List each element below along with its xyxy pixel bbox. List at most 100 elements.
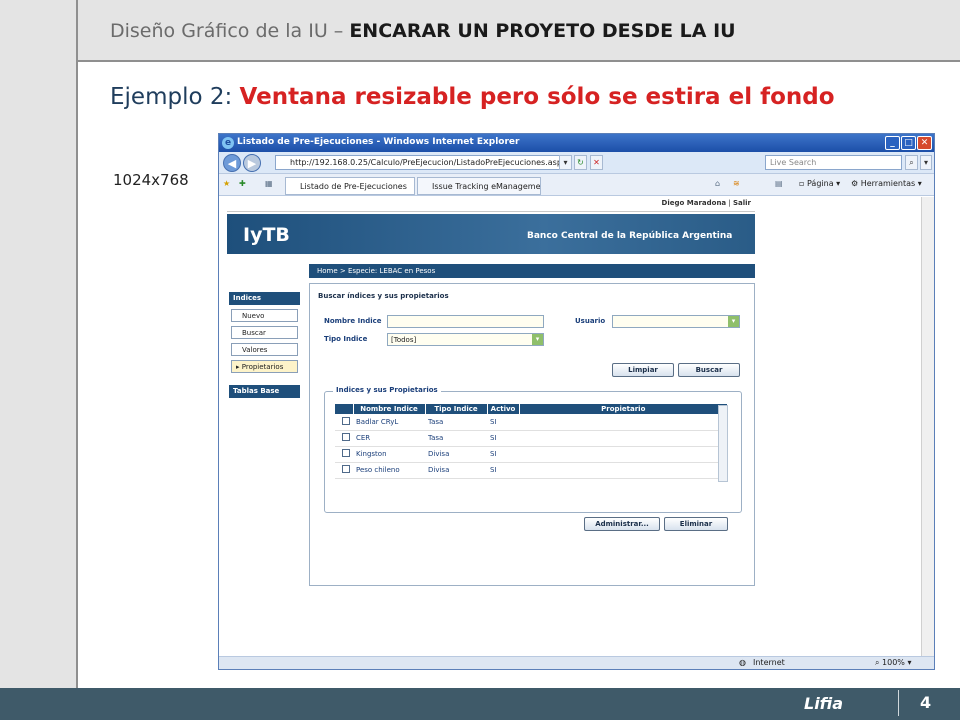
row-checkbox[interactable]	[341, 433, 350, 441]
page-menu-label: Página	[806, 179, 834, 188]
row-select-cell	[335, 462, 353, 479]
tab-issue-tracking[interactable]: Issue Tracking eManagement...	[417, 177, 541, 195]
tab-label: Issue Tracking eManagement...	[432, 182, 541, 191]
activo-cell: SI	[487, 430, 519, 447]
nombre-cell: Kingston	[353, 446, 425, 463]
search-options-icon[interactable]: ▾	[920, 155, 932, 170]
site-banner: IyTB Banco Central de la República Argen…	[227, 214, 755, 254]
print-icon[interactable]: ▤	[775, 179, 783, 188]
tipo-indice-value: [Todos]	[391, 336, 417, 344]
row-checkbox[interactable]	[341, 465, 350, 473]
table-row[interactable]: Badlar CRyL Tasa SI	[335, 414, 728, 431]
tipo-cell: Tasa	[425, 430, 487, 447]
search-icon[interactable]: ⌕	[905, 155, 918, 170]
nombre-indice-label: Nombre Indice	[324, 317, 382, 325]
tipo-cell: Tasa	[425, 414, 487, 431]
tab-listado[interactable]: Listado de Pre-Ejecuciones	[285, 177, 415, 195]
status-bar: ◍ Internet ⌕ 100% ▾	[219, 656, 934, 669]
column-header[interactable]: Nombre Indice	[353, 404, 426, 414]
forward-button[interactable]: ▶	[243, 154, 261, 172]
favorites-star-icon[interactable]: ★	[223, 179, 230, 188]
sidebar-item-buscar[interactable]: Buscar	[231, 326, 298, 339]
user-name: Diego Maradona	[661, 199, 727, 207]
row-checkbox[interactable]	[341, 416, 350, 425]
minimize-button[interactable]: _	[885, 136, 900, 150]
lifia-logo: Lifia	[804, 694, 844, 713]
site-logo: IyTB	[243, 224, 290, 246]
search-panel: Buscar índices y sus propietarios Nombre…	[309, 283, 755, 586]
zoom-icon: ⌕	[875, 658, 880, 667]
usuario-select[interactable]: ▾	[612, 315, 740, 328]
feeds-icon[interactable]: ≋	[733, 179, 740, 188]
sidebar-item-nuevo[interactable]: Nuevo	[231, 309, 298, 322]
refresh-icon[interactable]: ↻	[574, 155, 587, 170]
sidebar-item-valores[interactable]: Valores	[231, 343, 298, 356]
tipo-indice-select[interactable]: [Todos] ▾	[387, 333, 544, 346]
activo-cell: SI	[487, 462, 519, 479]
column-header[interactable]: Tipo Indice	[425, 404, 488, 414]
sidebar-item-label: Propietarios	[241, 363, 284, 371]
row-select-cell	[335, 446, 353, 463]
results-scrollbar[interactable]	[718, 405, 728, 482]
page-menu[interactable]: ▫ Página ▾	[799, 179, 840, 188]
browser-titlebar: e Listado de Pre-Ejecuciones - Windows I…	[219, 134, 934, 152]
nombre-cell: Badlar CRyL	[353, 414, 425, 431]
sidebar-item-propietarios[interactable]: ▸ Propietarios	[231, 360, 298, 373]
page-scrollbar[interactable]	[921, 197, 934, 656]
add-favorites-icon[interactable]: ✚	[239, 179, 246, 188]
maximize-button[interactable]: □	[901, 136, 916, 150]
home-icon[interactable]: ⌂	[715, 179, 720, 188]
url-dropdown-icon[interactable]: ▾	[559, 155, 572, 170]
row-select-cell	[335, 430, 353, 447]
row-select-cell	[335, 414, 353, 431]
buscar-button[interactable]: Buscar	[678, 363, 740, 377]
tipo-cell: Divisa	[425, 462, 487, 479]
status-zone: Internet	[753, 658, 785, 667]
search-input[interactable]: Live Search	[765, 155, 902, 170]
zoom-level: 100%	[882, 658, 905, 667]
resolution-label: 1024x768	[113, 171, 189, 189]
sidebar-item-label: Valores	[242, 346, 268, 354]
results-fieldset: Indices y sus Propietarios Nombre Indice…	[324, 386, 742, 513]
propietario-cell	[519, 446, 728, 463]
nombre-indice-input[interactable]	[387, 315, 544, 328]
table-row[interactable]: Kingston Divisa SI	[335, 446, 728, 463]
slide-title-bold: ENCARAR UN PROYETO DESDE LA IU	[349, 20, 736, 42]
back-button[interactable]: ◀	[223, 154, 241, 172]
table-row[interactable]: CER Tasa SI	[335, 430, 728, 447]
propietario-cell	[519, 430, 728, 447]
select-column-header	[335, 404, 354, 414]
subtitle-highlight: Ventana resizable pero sólo se estira el…	[239, 84, 835, 110]
usuario-label: Usuario	[575, 317, 606, 325]
globe-icon: ◍	[739, 658, 746, 667]
eliminar-button[interactable]: Eliminar	[664, 517, 728, 531]
sidebar-item-label: Nuevo	[242, 312, 265, 320]
table-header-row: Nombre Indice Tipo Indice Activo Propiet…	[335, 404, 728, 414]
column-header[interactable]: Propietario	[519, 404, 728, 414]
url-input[interactable]: http://192.168.0.25/Calculo/PreEjecucion…	[275, 155, 563, 170]
sidebar-item-label: Buscar	[242, 329, 266, 337]
column-header[interactable]: Activo	[487, 404, 520, 414]
logout-link[interactable]: Salir	[733, 199, 751, 207]
nombre-cell: CER	[353, 430, 425, 447]
browser-title: Listado de Pre-Ejecuciones - Windows Int…	[237, 137, 520, 147]
footer-divider	[898, 690, 899, 716]
slide-title: Diseño Gráfico de la IU – ENCARAR UN PRO…	[110, 20, 736, 42]
tab-bar: ★ ✚ ▦ Listado de Pre-Ejecuciones Issue T…	[219, 174, 934, 196]
panel-title: Buscar índices y sus propietarios	[318, 292, 449, 300]
stop-icon[interactable]: ✕	[590, 155, 603, 170]
tools-menu[interactable]: ⚙ Herramientas ▾	[851, 179, 922, 188]
chevron-down-icon: ▾	[532, 334, 543, 345]
row-checkbox[interactable]	[341, 449, 350, 457]
tipo-indice-label: Tipo Indice	[324, 335, 368, 343]
quick-tabs-icon[interactable]: ▦	[265, 179, 273, 188]
limpiar-button[interactable]: Limpiar	[612, 363, 674, 377]
sidebar-section-tablas-base[interactable]: Tablas Base	[229, 385, 300, 398]
zoom-control[interactable]: ⌕ 100% ▾	[875, 658, 911, 668]
table-row[interactable]: Peso chileno Divisa SI	[335, 462, 728, 479]
address-bar: ◀ ▶ http://192.168.0.25/Calculo/PreEjecu…	[219, 152, 934, 174]
administrar-button[interactable]: Administrar...	[584, 517, 660, 531]
close-window-button[interactable]: ✕	[917, 136, 932, 150]
tab-label: Listado de Pre-Ejecuciones	[300, 182, 407, 191]
breadcrumb: Home > Especie: LEBAC en Pesos	[309, 264, 755, 278]
